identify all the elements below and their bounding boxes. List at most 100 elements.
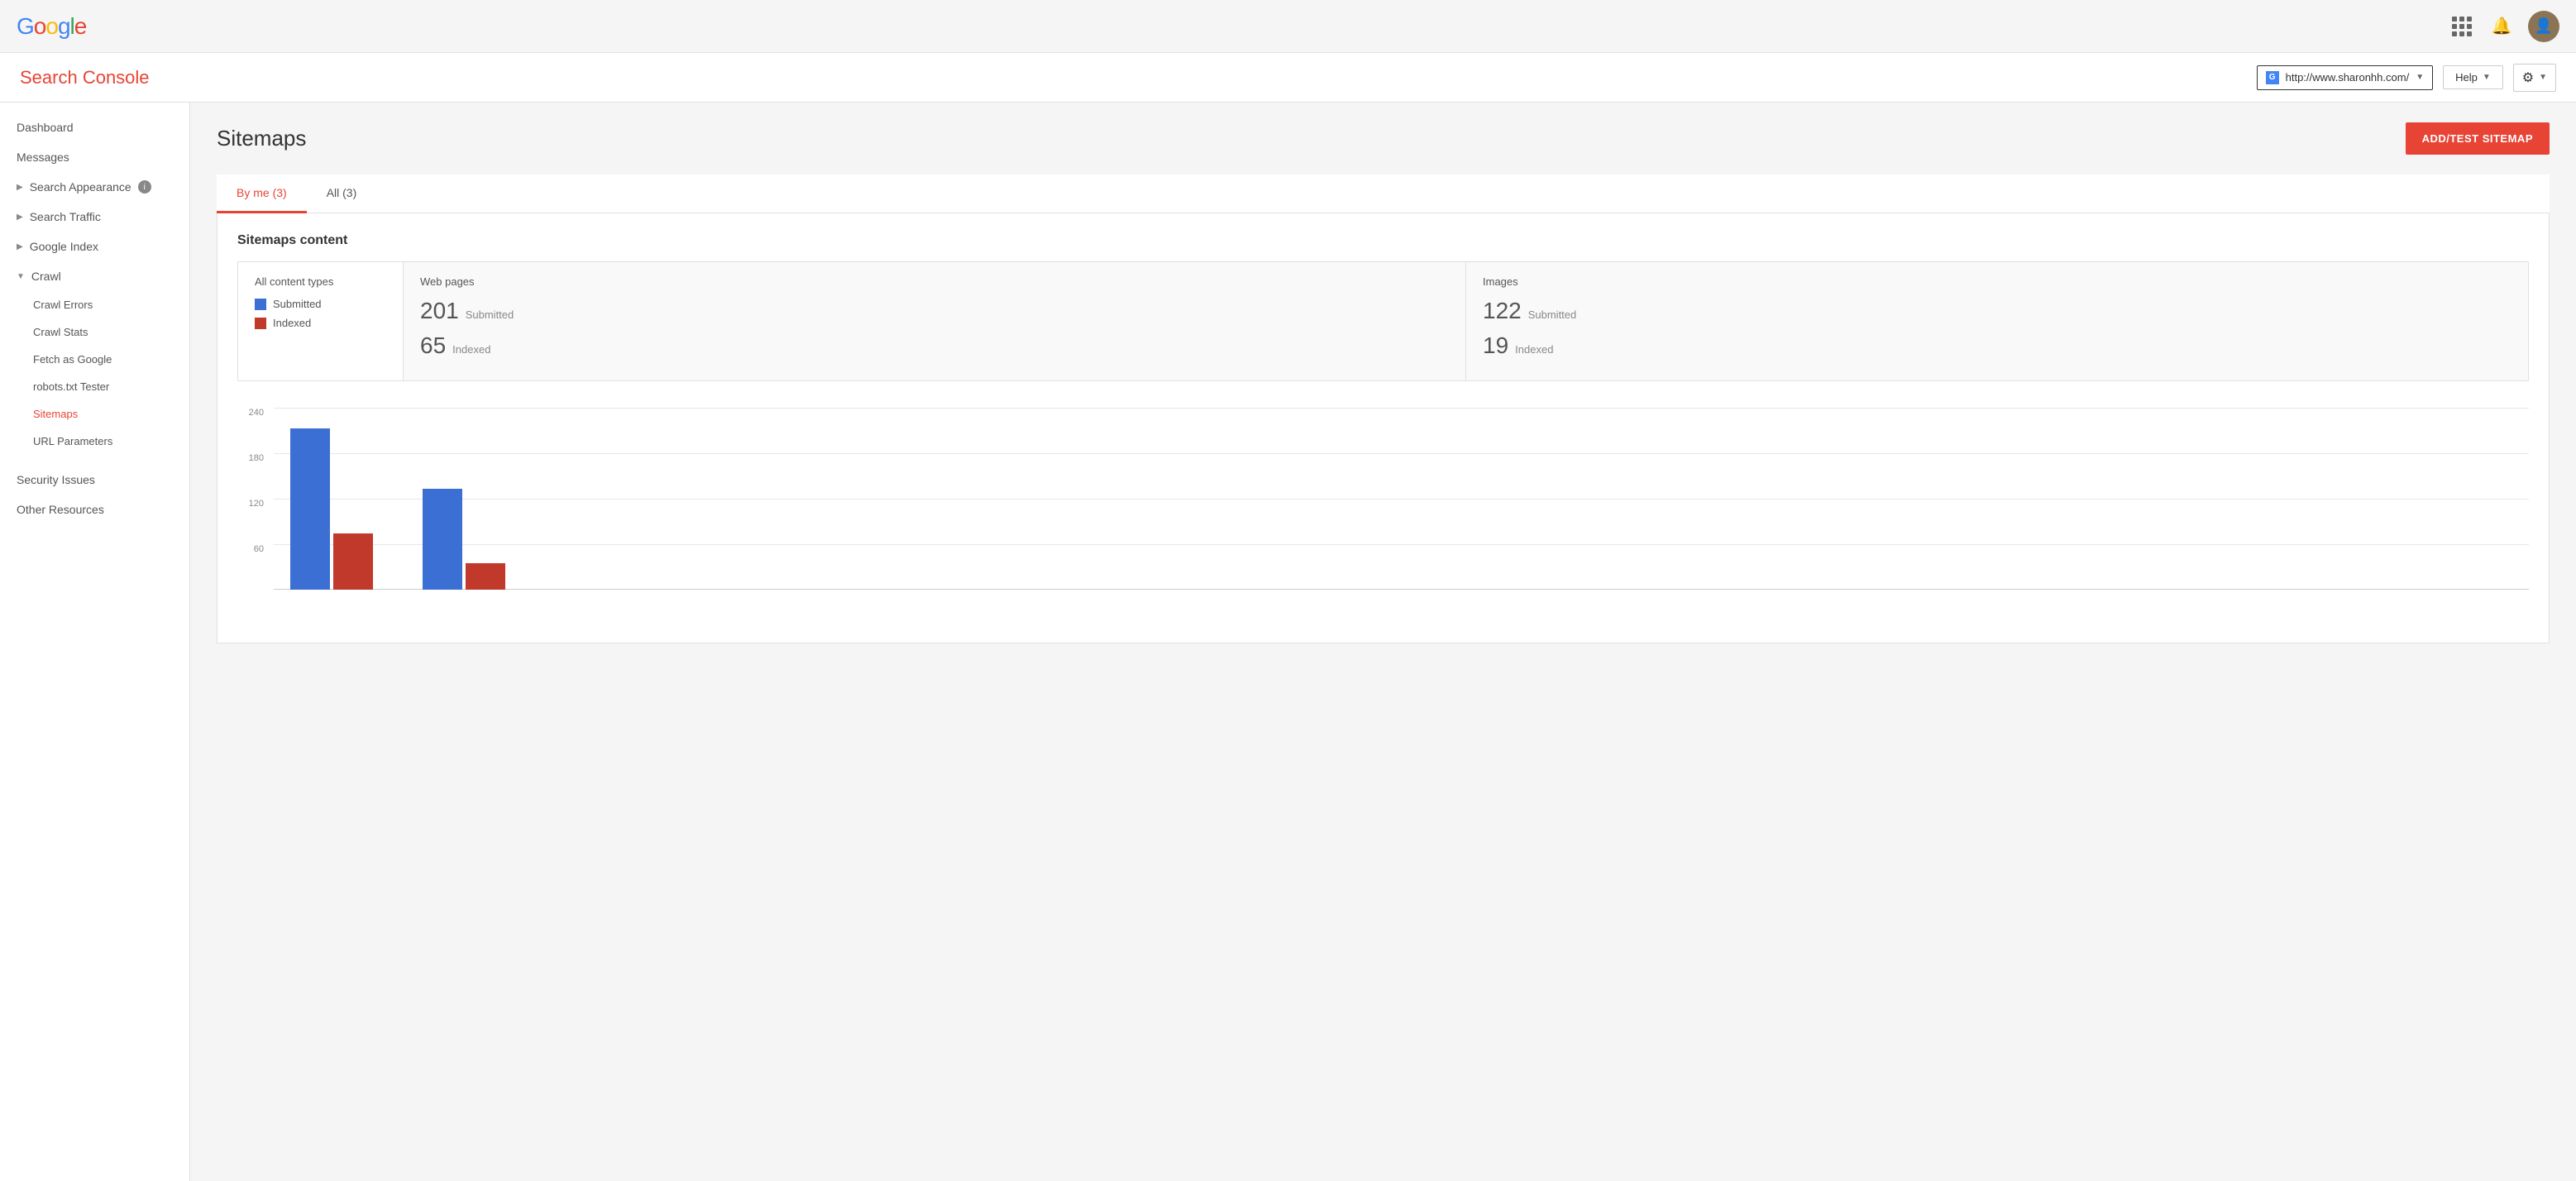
gear-icon: ⚙ bbox=[2522, 69, 2534, 86]
logo-letter-e: e bbox=[74, 13, 87, 40]
images-submitted-row: 122 Submitted bbox=[1483, 298, 2511, 324]
page-title: Sitemaps bbox=[217, 126, 306, 151]
sidebar-sub-item-fetch-as-google[interactable]: Fetch as Google bbox=[0, 346, 189, 373]
tab-by-me[interactable]: By me (3) bbox=[217, 175, 307, 213]
chevron-down-icon: ▼ bbox=[2483, 73, 2491, 82]
grid-line-bottom bbox=[274, 589, 2529, 590]
chevron-down-icon: ▼ bbox=[2539, 73, 2547, 82]
chevron-down-icon: ▼ bbox=[2416, 73, 2424, 82]
dot bbox=[2452, 31, 2457, 36]
legend-submitted: Submitted bbox=[255, 298, 386, 310]
sitemaps-content-label: Sitemaps content bbox=[237, 233, 2529, 248]
help-button[interactable]: Help ▼ bbox=[2443, 65, 2503, 89]
sidebar-sub-item-label: Crawl Errors bbox=[33, 299, 93, 311]
sidebar-sub-item-crawl-stats[interactable]: Crawl Stats bbox=[0, 318, 189, 346]
notifications-icon[interactable]: 🔔 bbox=[2488, 13, 2515, 40]
settings-button[interactable]: ⚙ ▼ bbox=[2513, 64, 2556, 92]
dot bbox=[2467, 17, 2472, 22]
chart-grid bbox=[274, 408, 2529, 590]
dot bbox=[2452, 17, 2457, 22]
legend-indexed-label: Indexed bbox=[273, 317, 311, 329]
chart-y-label-60: 60 bbox=[254, 544, 264, 554]
sidebar-item-search-appearance[interactable]: Search Appearance i bbox=[0, 172, 189, 202]
tab-all[interactable]: All (3) bbox=[307, 175, 377, 213]
sidebar-item-label: Google Index bbox=[30, 240, 98, 253]
sidebar-item-label: Dashboard bbox=[17, 121, 74, 134]
logo-letter-g2: g bbox=[58, 13, 70, 40]
sidebar-item-security-issues[interactable]: Security Issues bbox=[0, 465, 189, 495]
bar-images-indexed bbox=[466, 563, 505, 590]
images-title: Images bbox=[1483, 275, 2511, 288]
all-content-types-label: All content types bbox=[255, 275, 386, 288]
apps-icon[interactable] bbox=[2449, 13, 2475, 40]
google-logo: G o o g l e bbox=[17, 13, 86, 40]
dot bbox=[2459, 17, 2464, 22]
user-avatar[interactable]: 👤 bbox=[2528, 11, 2559, 42]
chart-y-label-180: 180 bbox=[249, 453, 264, 463]
grid-line-3 bbox=[274, 544, 2529, 545]
page-header: Sitemaps ADD/TEST SITEMAP bbox=[217, 122, 2550, 155]
info-icon: i bbox=[138, 180, 151, 194]
dot bbox=[2467, 24, 2472, 29]
sidebar: Dashboard Messages Search Appearance i S… bbox=[0, 103, 190, 1181]
site-url: http://www.sharonhh.com/ bbox=[2286, 71, 2410, 84]
add-test-sitemap-button[interactable]: ADD/TEST SITEMAP bbox=[2406, 122, 2550, 155]
bar-images-submitted bbox=[423, 489, 462, 590]
sidebar-sub-item-sitemaps[interactable]: Sitemaps bbox=[0, 400, 189, 428]
sidebar-item-crawl[interactable]: Crawl bbox=[0, 261, 189, 291]
sub-header: Search Console G http://www.sharonhh.com… bbox=[0, 53, 2576, 103]
sidebar-item-dashboard[interactable]: Dashboard bbox=[0, 112, 189, 142]
chart-inner bbox=[274, 408, 2529, 623]
images-indexed-label: Indexed bbox=[1515, 343, 1553, 356]
site-favicon: G bbox=[2266, 71, 2279, 84]
images-indexed-row: 19 Indexed bbox=[1483, 332, 2511, 359]
images-submitted-label: Submitted bbox=[1528, 308, 1577, 321]
web-pages-submitted-row: 201 Submitted bbox=[420, 298, 1449, 324]
sidebar-sub-item-url-parameters[interactable]: URL Parameters bbox=[0, 428, 189, 455]
dot bbox=[2467, 31, 2472, 36]
sidebar-item-search-traffic[interactable]: Search Traffic bbox=[0, 202, 189, 232]
chart-y-label-240: 240 bbox=[249, 408, 264, 418]
chart-area: 240 180 120 60 bbox=[237, 408, 2529, 623]
submitted-color-box bbox=[255, 299, 266, 310]
sidebar-sub-item-label: Fetch as Google bbox=[33, 353, 112, 366]
web-pages-indexed-count: 65 bbox=[420, 332, 446, 359]
top-bar-right: 🔔 👤 bbox=[2449, 11, 2559, 42]
bar-web-pages-indexed bbox=[333, 533, 373, 590]
all-content-types-col: All content types Submitted Indexed bbox=[238, 262, 404, 380]
web-pages-submitted-count: 201 bbox=[420, 298, 459, 324]
sub-header-right: G http://www.sharonhh.com/ ▼ Help ▼ ⚙ ▼ bbox=[2257, 64, 2556, 92]
web-pages-indexed-label: Indexed bbox=[452, 343, 490, 356]
web-pages-title: Web pages bbox=[420, 275, 1449, 288]
grid-line-top bbox=[274, 408, 2529, 409]
sidebar-sub-item-label: Sitemaps bbox=[33, 408, 78, 420]
top-bar: G o o g l e 🔔 👤 bbox=[0, 0, 2576, 53]
sidebar-item-label: Security Issues bbox=[17, 473, 95, 486]
content-types-row: All content types Submitted Indexed Web … bbox=[237, 261, 2529, 381]
legend-indexed: Indexed bbox=[255, 317, 386, 329]
site-selector[interactable]: G http://www.sharonhh.com/ ▼ bbox=[2257, 65, 2433, 90]
bar-web-pages-submitted bbox=[290, 428, 330, 590]
bar-group-images bbox=[423, 489, 505, 590]
bar-group-web-pages bbox=[290, 428, 373, 590]
dot bbox=[2459, 24, 2464, 29]
tabs: By me (3) All (3) bbox=[217, 175, 2550, 213]
sidebar-sub-item-label: Crawl Stats bbox=[33, 326, 88, 338]
sidebar-item-other-resources[interactable]: Other Resources bbox=[0, 495, 189, 524]
sidebar-sub-item-robots-txt[interactable]: robots.txt Tester bbox=[0, 373, 189, 400]
chart-bars bbox=[290, 408, 505, 590]
web-pages-indexed-row: 65 Indexed bbox=[420, 332, 1449, 359]
logo-letter-o2: o bbox=[45, 13, 58, 40]
main-layout: Dashboard Messages Search Appearance i S… bbox=[0, 103, 2576, 1181]
legend-submitted-label: Submitted bbox=[273, 298, 322, 310]
sidebar-item-label: Crawl bbox=[31, 270, 61, 283]
sidebar-sub-item-crawl-errors[interactable]: Crawl Errors bbox=[0, 291, 189, 318]
content-area: Sitemaps ADD/TEST SITEMAP By me (3) All … bbox=[190, 103, 2576, 1181]
sidebar-item-label: Other Resources bbox=[17, 503, 104, 516]
search-console-title[interactable]: Search Console bbox=[20, 67, 150, 88]
sidebar-item-google-index[interactable]: Google Index bbox=[0, 232, 189, 261]
indexed-color-box bbox=[255, 318, 266, 329]
help-label: Help bbox=[2455, 71, 2478, 84]
sidebar-sub-item-label: robots.txt Tester bbox=[33, 380, 109, 393]
sidebar-item-messages[interactable]: Messages bbox=[0, 142, 189, 172]
